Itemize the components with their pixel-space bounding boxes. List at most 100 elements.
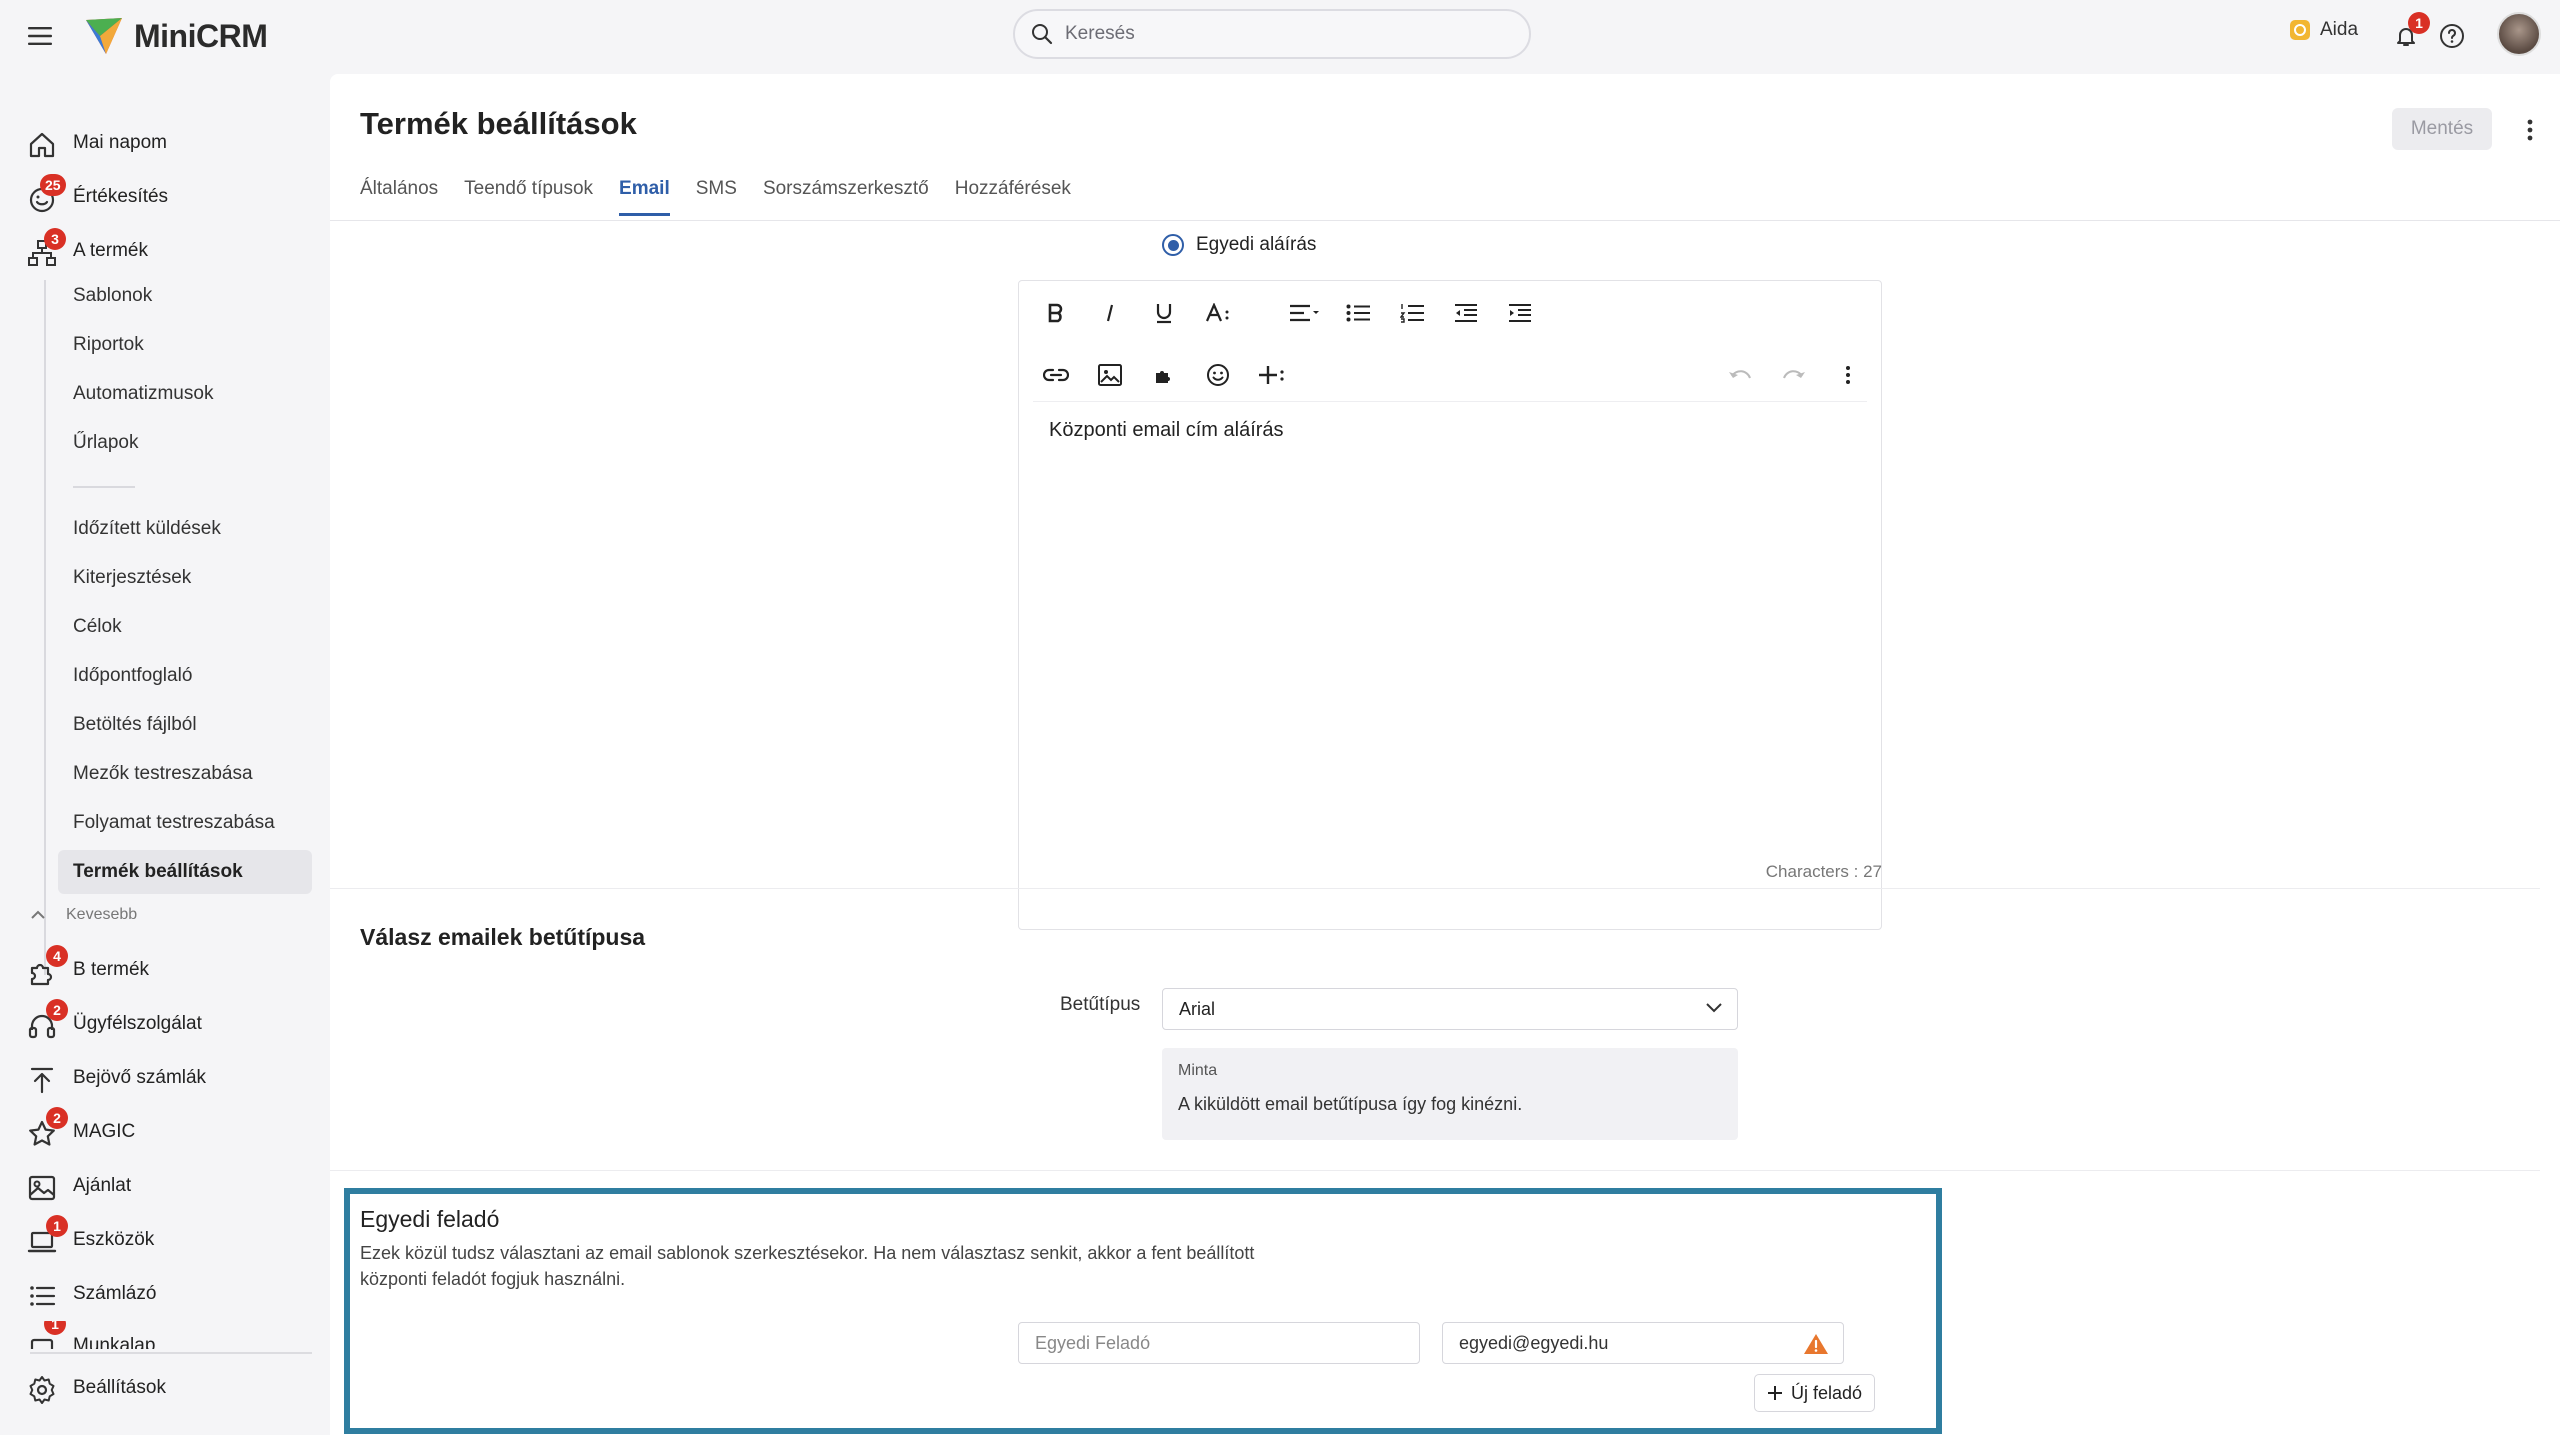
sidebar-subitem-urlapok[interactable]: Űrlapok (58, 421, 312, 465)
sidebar-subitem-sablonok[interactable]: Sablonok (58, 274, 312, 318)
sidebar-item-magic[interactable]: 2 MAGIC (0, 1105, 328, 1159)
italic-button[interactable] (1087, 290, 1133, 336)
editor-more-button[interactable] (1825, 352, 1871, 398)
font-select-value: Arial (1179, 998, 1216, 1019)
notifications-button[interactable]: 1 (2384, 12, 2430, 58)
sidebar-item-label: Bejövő számlák (73, 1067, 207, 1088)
sidebar-item-ajanlat[interactable]: Ajánlat (0, 1159, 328, 1213)
custom-signature-option[interactable]: Egyedi aláírás (1162, 234, 1316, 256)
more-options-button[interactable] (2512, 112, 2548, 148)
bold-button[interactable] (1033, 290, 1079, 336)
add-sender-button[interactable]: Új feladó (1754, 1374, 1876, 1412)
align-button[interactable] (1281, 290, 1327, 336)
sidebar-item-szamlazo[interactable]: Számlázó (0, 1267, 328, 1321)
search-icon (1032, 24, 1053, 45)
sidebar-item-label: B termék (73, 959, 150, 980)
sidebar-subitem-idozitett-kuldesek[interactable]: Időzített küldések (58, 507, 312, 551)
sidebar-item-beallitasok[interactable]: Beállítások (0, 1361, 328, 1415)
emoji-button[interactable] (1195, 352, 1241, 398)
search-input[interactable] (1065, 23, 1505, 45)
warning-icon (1804, 1334, 1828, 1354)
search-bar[interactable] (1013, 9, 1531, 59)
sidebar-badge: 1 (46, 1215, 68, 1237)
custom-signature-label: Egyedi aláírás (1196, 234, 1317, 255)
plugin-button[interactable] (1141, 352, 1187, 398)
aida-button[interactable]: Aida (2288, 18, 2358, 42)
plus-icon (1768, 1386, 1782, 1400)
sidebar-item-label: Munkalap (73, 1335, 156, 1349)
link-button[interactable] (1033, 352, 1079, 398)
redo-button[interactable] (1771, 352, 1817, 398)
custom-sender-highlight (344, 1188, 1942, 1434)
sidebar-divider (30, 1352, 312, 1354)
sidebar-item-eszkozok[interactable]: 1 Eszközök (0, 1213, 328, 1267)
sidebar-subitem-kiterjesztesek[interactable]: Kiterjesztések (58, 556, 312, 600)
insert-image-button[interactable] (1087, 352, 1133, 398)
custom-sender-title: Egyedi feladó (360, 1206, 500, 1232)
sidebar-subitem-folyamat-testreszabasa[interactable]: Folyamat testreszabása (58, 801, 312, 845)
font-select[interactable]: Arial (1162, 988, 1738, 1030)
tabs-divider (330, 220, 2560, 221)
tab-email[interactable]: Email (619, 170, 670, 216)
outdent-icon (1455, 304, 1477, 322)
tab-bar: Általános Teendő típusok Email SMS Sorsz… (360, 170, 1097, 216)
sidebar-subitem-celok[interactable]: Célok (58, 605, 312, 649)
tab-sms[interactable]: SMS (696, 170, 737, 216)
sidebar-badge: 3 (44, 228, 66, 250)
radio-selected[interactable] (1162, 234, 1184, 256)
menu-icon[interactable] (22, 20, 58, 52)
font-size-button[interactable] (1195, 290, 1241, 336)
sender-name-input[interactable] (1035, 1332, 1419, 1354)
font-size-icon (1205, 303, 1229, 322)
sidebar-item-ugyfelszolgalat[interactable]: 2 Ügyfélszolgálat (0, 997, 328, 1051)
sidebar-subitem-betoltes-fajlbol[interactable]: Betöltés fájlból (58, 703, 312, 747)
list-icon (30, 1286, 56, 1306)
sidebar-badge: 4 (46, 945, 68, 967)
character-counter: Characters : 27 (1765, 862, 1882, 881)
font-label: Betűtípus (1060, 994, 1141, 1015)
sender-name-field[interactable] (1018, 1322, 1420, 1364)
tab-sorszamszerkeszto[interactable]: Sorszámszerkesztő (763, 170, 929, 216)
bold-icon (1048, 303, 1063, 323)
sidebar-item-label: Eszközök (73, 1229, 155, 1250)
undo-button[interactable] (1717, 352, 1763, 398)
sidebar-item-a-termek[interactable]: 3 A termék (0, 224, 328, 278)
sidebar-subitem-termek-beallitasok[interactable]: Termék beállítások (58, 850, 312, 894)
sender-email-field[interactable] (1442, 1322, 1844, 1364)
underline-button[interactable] (1141, 290, 1187, 336)
sidebar-item-bejovo-szamlak[interactable]: Bejövő számlák (0, 1051, 328, 1105)
emoji-icon (1207, 364, 1229, 386)
tab-altalanos[interactable]: Általános (360, 170, 438, 216)
tab-teendo-tipusok[interactable]: Teendő típusok (464, 170, 593, 216)
add-sender-label: Új feladó (1791, 1382, 1863, 1403)
show-less-toggle[interactable]: Kevesebb (30, 906, 137, 924)
bullet-list-button[interactable] (1335, 290, 1381, 336)
numbered-list-button[interactable] (1389, 290, 1435, 336)
align-left-icon (1290, 304, 1319, 322)
help-icon (2440, 24, 2464, 48)
sidebar-subitem-idopontfoglalo[interactable]: Időpontfoglaló (58, 654, 312, 698)
insert-more-button[interactable] (1249, 352, 1295, 398)
outdent-button[interactable] (1443, 290, 1489, 336)
aida-label: Aida (2320, 19, 2359, 40)
sidebar-subitem-riportok[interactable]: Riportok (58, 323, 312, 367)
signature-editor: Központi email cím aláírás (1018, 280, 1882, 930)
sidebar-item-b-termek[interactable]: 4 B termék (0, 943, 328, 997)
editor-content[interactable]: Központi email cím aláírás (1049, 419, 1284, 442)
user-avatar[interactable] (2497, 12, 2541, 56)
save-button[interactable]: Mentés (2392, 108, 2492, 150)
sidebar-subitem-mezok-testreszabasa[interactable]: Mezők testreszabása (58, 752, 312, 796)
sidebar-subitem-automatizmusok[interactable]: Automatizmusok (58, 372, 312, 416)
sidebar-item-ertekesites[interactable]: 25 Értékesítés (0, 170, 328, 224)
indent-icon (1509, 304, 1531, 322)
indent-button[interactable] (1497, 290, 1543, 336)
sidebar-badge: 25 (40, 174, 66, 196)
app-logo[interactable]: MiniCRM (82, 10, 268, 62)
sidebar-item-label: Mai napom (73, 132, 167, 153)
sidebar-item-mai-napom[interactable]: Mai napom (0, 116, 328, 170)
tab-hozzaferesek[interactable]: Hozzáférések (955, 170, 1071, 216)
sidebar-item-munkalap[interactable]: 1 Munkalap (0, 1321, 328, 1349)
sender-email-input[interactable] (1459, 1332, 1843, 1354)
help-button[interactable] (2430, 14, 2474, 58)
sidebar-badge: 2 (46, 1107, 68, 1129)
